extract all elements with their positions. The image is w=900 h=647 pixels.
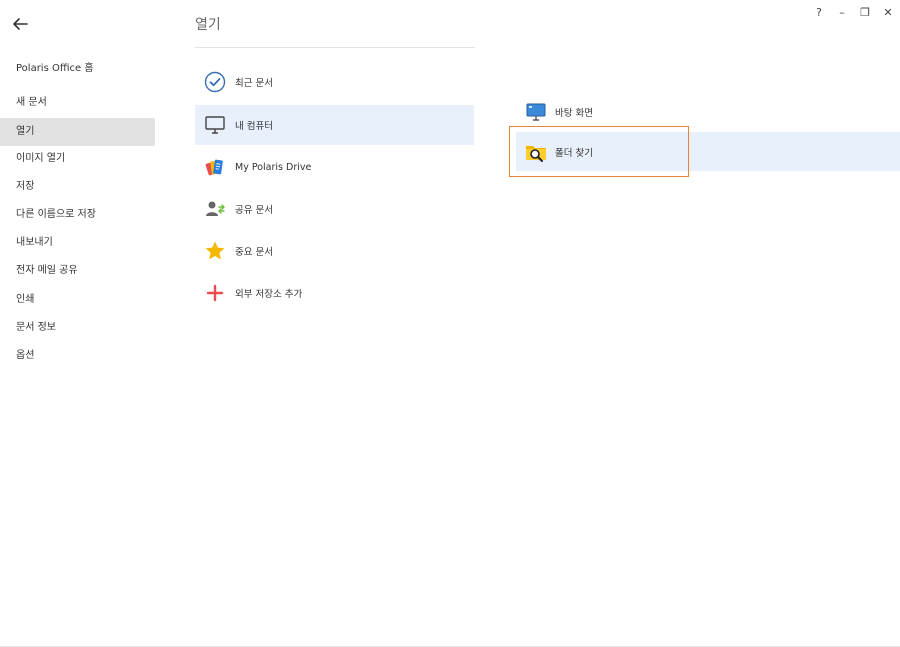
location-label: 공유 문서 [235, 205, 273, 216]
star-icon [204, 240, 226, 262]
nav-item-export[interactable]: 내보내기 [0, 229, 155, 257]
plus-icon [204, 282, 226, 304]
location-label: 최근 문서 [235, 78, 273, 89]
nav-item-options[interactable]: 옵션 [0, 342, 155, 370]
back-arrow-icon[interactable] [10, 14, 30, 34]
nav-item-print[interactable]: 인쇄 [0, 286, 155, 314]
nav-item-open-image[interactable]: 이미지 열기 [0, 145, 155, 173]
folder-label: 바탕 화면 [555, 108, 593, 119]
nav-item-open[interactable]: 열기 [0, 118, 155, 146]
desktop-monitor-icon [525, 101, 547, 123]
nav-item-new-document[interactable]: 새 문서 [0, 89, 155, 117]
minimize-button[interactable]: – [834, 4, 850, 20]
location-add-external-storage[interactable]: 외부 저장소 추가 [195, 273, 474, 313]
location-label: 내 컴퓨터 [235, 121, 273, 132]
nav-item-save-as[interactable]: 다른 이름으로 저장 [0, 201, 155, 229]
nav-item-save[interactable]: 저장 [0, 173, 155, 201]
polaris-drive-icon [204, 156, 226, 178]
page-title: 열기 [195, 17, 221, 33]
folder-browse[interactable]: 폴더 찾기 [525, 132, 725, 171]
nav-item-home[interactable]: Polaris Office 홈 [0, 55, 155, 83]
location-important-documents[interactable]: 중요 문서 [195, 231, 474, 271]
monitor-icon [204, 114, 226, 136]
title-divider [195, 47, 475, 48]
folder-label: 폴더 찾기 [555, 147, 593, 159]
help-button[interactable]: ? [811, 4, 827, 20]
check-circle-icon [204, 71, 226, 93]
close-button[interactable]: ✕ [880, 4, 896, 20]
nav-item-document-info[interactable]: 문서 정보 [0, 314, 155, 342]
location-label: 외부 저장소 추가 [235, 289, 303, 300]
location-my-computer[interactable]: 내 컴퓨터 [195, 105, 474, 145]
restore-button[interactable]: ❐ [857, 4, 873, 20]
location-label: My Polaris Drive [235, 161, 312, 173]
folder-search-icon [525, 141, 547, 163]
shared-user-icon [204, 198, 226, 220]
location-shared-documents[interactable]: 공유 문서 [195, 189, 474, 229]
nav-item-email-share[interactable]: 전자 메일 공유 [0, 257, 155, 285]
location-polaris-drive[interactable]: My Polaris Drive [195, 147, 474, 187]
location-label: 중요 문서 [235, 247, 273, 258]
location-recent-documents[interactable]: 최근 문서 [195, 62, 474, 102]
